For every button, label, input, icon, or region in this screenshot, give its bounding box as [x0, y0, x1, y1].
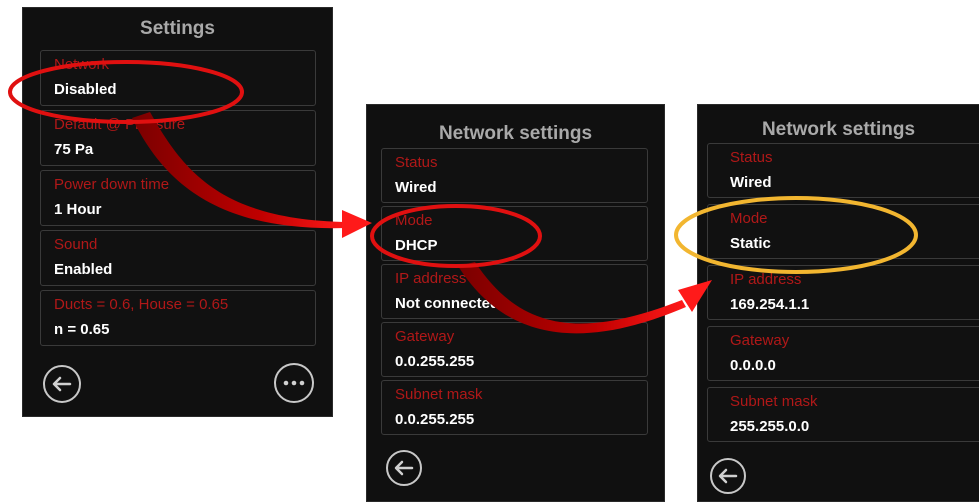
network-settings-dhcp-screen: Network settings Status Wired Mode DHCP … [366, 104, 665, 502]
network-item-gateway[interactable]: Gateway 0.0.255.255 [381, 322, 648, 377]
network-settings-static-screen: Network settings Status Wired Mode Stati… [697, 104, 979, 502]
item-value: Wired [730, 174, 772, 191]
item-value: Static [730, 235, 771, 252]
screen-title: Network settings [438, 123, 593, 144]
item-value: Enabled [54, 261, 113, 278]
network-item-ip-address[interactable]: IP address 169.254.1.1 [707, 265, 979, 320]
settings-screen: Settings Network Disabled Default @ Pres… [22, 7, 333, 417]
item-label: IP address [730, 271, 802, 288]
back-button[interactable] [710, 458, 746, 494]
item-value: 1 Hour [54, 201, 102, 218]
item-label: Power down time [54, 176, 170, 193]
item-label: Network [54, 56, 110, 73]
item-label: Gateway [395, 328, 455, 345]
item-value: 75 Pa [54, 141, 94, 158]
network-item-ip-address[interactable]: IP address Not connected [381, 264, 648, 319]
item-label: Status [730, 149, 773, 166]
item-value: Disabled [54, 81, 117, 98]
item-label: Default @ Pressure [54, 116, 186, 133]
network-item-mode[interactable]: Mode Static [707, 204, 979, 259]
item-label: Sound [54, 236, 98, 253]
item-value: 255.255.0.0 [730, 418, 810, 435]
settings-item-duct-coefficients[interactable]: Ducts = 0.6, House = 0.65 n = 0.65 [40, 290, 316, 346]
settings-item-network[interactable]: Network Disabled [40, 50, 316, 106]
back-arrow-icon [52, 376, 72, 392]
item-label: Subnet mask [730, 393, 818, 410]
back-button[interactable] [43, 365, 81, 403]
item-value: 0.0.0.0 [730, 357, 776, 374]
settings-item-sound[interactable]: Sound Enabled [40, 230, 316, 286]
item-value: Not connected [395, 295, 500, 312]
item-label: Mode [730, 210, 768, 227]
item-value: 169.254.1.1 [730, 296, 810, 313]
item-value: 0.0.255.255 [395, 353, 475, 370]
item-value: DHCP [395, 237, 438, 254]
item-label: Ducts = 0.6, House = 0.65 [54, 296, 229, 313]
item-value: n = 0.65 [54, 321, 110, 338]
item-value: Wired [395, 179, 437, 196]
item-label: Subnet mask [395, 386, 483, 403]
network-item-gateway[interactable]: Gateway 0.0.0.0 [707, 326, 979, 381]
item-label: Status [395, 154, 438, 171]
more-button[interactable] [274, 363, 314, 403]
item-label: IP address [395, 270, 467, 287]
network-item-subnet-mask[interactable]: Subnet mask 0.0.255.255 [381, 380, 648, 435]
network-item-status[interactable]: Status Wired [381, 148, 648, 203]
settings-item-default-pressure[interactable]: Default @ Pressure 75 Pa [40, 110, 316, 166]
screen-title: Network settings [761, 119, 916, 140]
item-value: 0.0.255.255 [395, 411, 475, 428]
item-label: Gateway [730, 332, 790, 349]
item-label: Mode [395, 212, 433, 229]
back-arrow-icon [718, 468, 738, 484]
back-button[interactable] [386, 450, 422, 486]
network-item-subnet-mask[interactable]: Subnet mask 255.255.0.0 [707, 387, 979, 442]
back-arrow-icon [394, 460, 414, 476]
more-dots-icon [283, 380, 305, 386]
screen-title: Settings [140, 18, 215, 39]
network-item-mode[interactable]: Mode DHCP [381, 206, 648, 261]
settings-item-power-down-time[interactable]: Power down time 1 Hour [40, 170, 316, 226]
network-item-status[interactable]: Status Wired [707, 143, 979, 198]
